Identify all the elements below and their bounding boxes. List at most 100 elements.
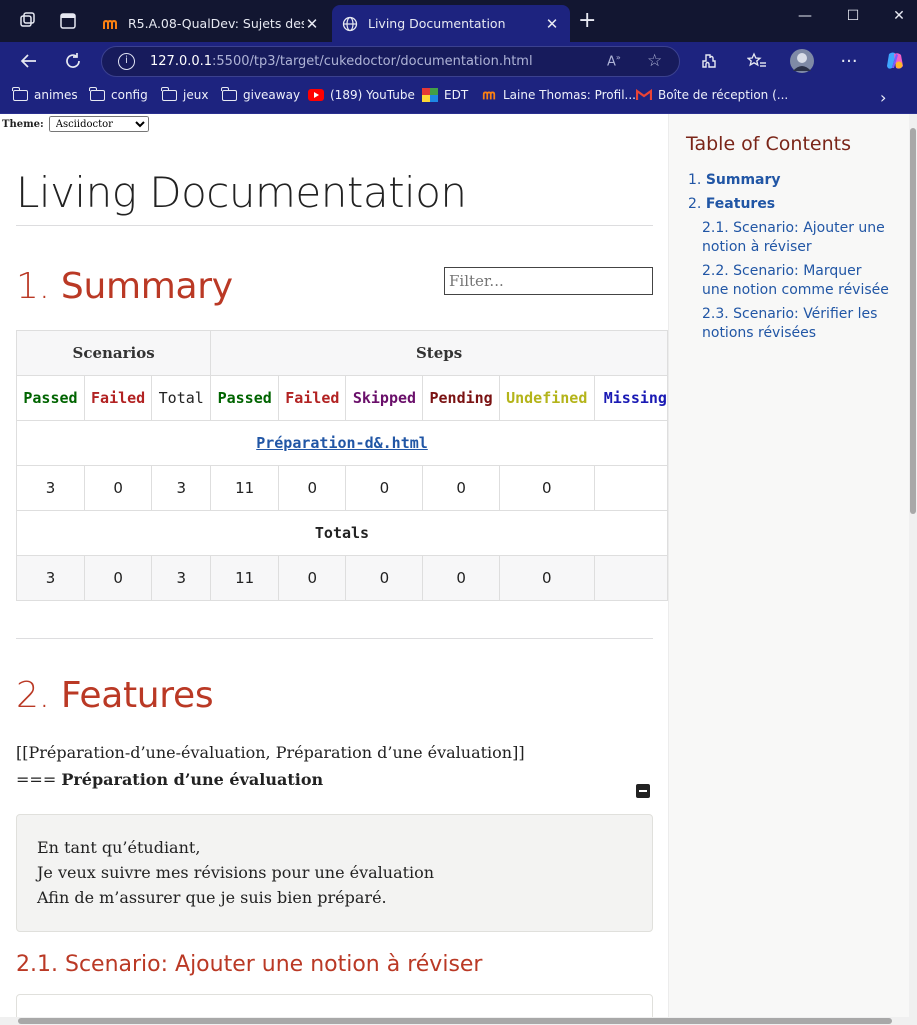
globe-icon <box>342 16 358 32</box>
col-scenarios-total: Total <box>151 375 212 421</box>
col-steps-skipped: Skipped <box>345 375 424 421</box>
steps-group-header: Steps <box>210 330 668 376</box>
theme-select[interactable]: Asciidoctor <box>48 116 149 132</box>
bookmark-gmail[interactable]: Boîte de réception (... <box>636 88 788 102</box>
favorites-icon[interactable] <box>746 50 768 72</box>
bookmark-label: jeux <box>183 88 209 102</box>
new-tab-icon[interactable]: + <box>578 10 596 32</box>
vertical-scrollbar[interactable] <box>909 114 917 1025</box>
toc-item-scenario-1[interactable]: 2.1. Scenario: Ajouter une notion à révi… <box>702 219 892 257</box>
bookmark-label: EDT <box>444 88 469 102</box>
feature-heading: === Préparation d’une évaluation <box>16 770 324 789</box>
bookmark-label: giveaway <box>243 88 301 102</box>
theme-selector-row: Theme: Asciidoctor <box>2 116 149 132</box>
table-cell: 0 <box>278 465 347 511</box>
bookmark-label: Boîte de réception (... <box>658 88 789 102</box>
folder-icon <box>12 86 28 102</box>
filter-input[interactable] <box>444 267 653 295</box>
browser-nav-bar: i 127.0.0.1:5500/tp3/target/cukedoctor/d… <box>0 42 917 80</box>
favorite-star-icon[interactable]: ☆ <box>647 51 662 71</box>
browser-tab-bar: R5.A.08-QualDev: Sujets des TPs ✕ Living… <box>0 0 917 42</box>
collapse-toggle-icon[interactable] <box>636 784 650 798</box>
scrollbar-thumb[interactable] <box>18 1018 892 1024</box>
close-icon[interactable]: ✕ <box>304 15 320 33</box>
table-cell: 0 <box>83 465 153 511</box>
moodle-icon <box>481 88 497 102</box>
bookmark-edt[interactable]: EDT <box>422 88 468 102</box>
copilot-icon[interactable] <box>884 50 906 72</box>
table-cell: 3 <box>151 555 212 601</box>
url-text: 127.0.0.1:5500/tp3/target/cukedoctor/doc… <box>150 54 533 69</box>
extensions-icon[interactable] <box>698 50 720 72</box>
site-info-icon[interactable]: i <box>118 53 135 70</box>
summary-heading: 1. Summary <box>16 266 233 307</box>
table-row: Totals <box>16 510 668 556</box>
table-cell <box>593 465 669 511</box>
tab-title: Living Documentation <box>368 16 506 31</box>
read-aloud-icon[interactable]: A» <box>607 53 621 69</box>
tab-title: R5.A.08-QualDev: Sujets des TPs <box>128 16 304 31</box>
totals-label: Totals <box>16 510 668 556</box>
feature-anchor-text: [[Préparation-d’une-évaluation, Préparat… <box>16 743 525 762</box>
minimize-icon[interactable]: — <box>782 8 828 24</box>
youtube-icon <box>308 88 324 102</box>
toc-item-features[interactable]: 2. Features <box>688 195 775 214</box>
table-cell: 11 <box>210 465 280 511</box>
table-row: 3 0 3 11 0 0 0 0 <box>16 465 669 511</box>
feature-description-block: En tant qu’étudiant, Je veux suivre mes … <box>16 814 653 932</box>
back-icon[interactable] <box>18 50 40 72</box>
horizontal-scrollbar[interactable] <box>0 1017 909 1025</box>
scrollbar-thumb[interactable] <box>910 128 916 514</box>
close-window-icon[interactable]: ✕ <box>876 8 917 24</box>
col-steps-pending: Pending <box>422 375 500 421</box>
more-menu-icon[interactable]: ··· <box>838 50 860 72</box>
address-bar[interactable]: i 127.0.0.1:5500/tp3/target/cukedoctor/d… <box>101 46 680 77</box>
table-row: Préparation-d&.html <box>16 420 668 466</box>
table-cell: 0 <box>83 555 153 601</box>
folder-icon <box>89 86 105 102</box>
col-steps-missing: Missing <box>593 375 669 421</box>
bookmark-giveaway[interactable]: giveaway <box>221 86 301 102</box>
table-of-contents: Table of Contents 1. Summary 2. Features… <box>668 114 910 1025</box>
col-steps-undefined: Undefined <box>498 375 595 421</box>
workspaces-icon[interactable] <box>18 11 38 31</box>
theme-label: Theme: <box>2 118 44 130</box>
page-content: Theme: Asciidoctor Living Documentation … <box>0 114 917 1025</box>
table-row: 3 0 3 11 0 0 0 0 <box>16 555 669 601</box>
toc-item-summary[interactable]: 1. Summary <box>688 171 781 190</box>
table-cell <box>593 555 669 601</box>
bookmark-label: animes <box>34 88 78 102</box>
toc-item-scenario-2[interactable]: 2.2. Scenario: Marquer une notion comme … <box>702 262 892 300</box>
toc-item-scenario-3[interactable]: 2.3. Scenario: Vérifier les notions révi… <box>702 305 892 343</box>
bookmark-laine-thomas[interactable]: Laine Thomas: Profil... <box>481 88 636 102</box>
bookmark-animes[interactable]: animes <box>12 86 78 102</box>
col-scenarios-passed: Passed <box>16 375 85 421</box>
tab-actions-icon[interactable] <box>58 11 78 31</box>
tab-qualdev[interactable]: R5.A.08-QualDev: Sujets des TPs ✕ <box>92 5 330 42</box>
bookmarks-overflow-icon[interactable]: › <box>880 88 886 107</box>
close-icon[interactable]: ✕ <box>544 15 560 33</box>
edt-icon <box>422 88 438 102</box>
section-divider <box>16 638 653 639</box>
table-cell: 0 <box>422 555 500 601</box>
feature-link[interactable]: Préparation-d&.html <box>256 434 428 452</box>
features-heading: 2. Features <box>16 675 214 716</box>
bookmark-label: config <box>111 88 148 102</box>
toc-title: Table of Contents <box>686 133 851 155</box>
feature-link-cell: Préparation-d&.html <box>16 420 668 466</box>
folder-icon <box>161 86 177 102</box>
profile-avatar[interactable] <box>790 49 814 73</box>
table-group-header-row: Scenarios Steps <box>15 330 668 376</box>
refresh-icon[interactable] <box>62 50 84 72</box>
col-steps-failed: Failed <box>278 375 347 421</box>
table-header-row: Passed Failed Total Passed Failed Skippe… <box>16 375 669 421</box>
maximize-icon[interactable]: ☐ <box>830 8 876 24</box>
bookmark-config[interactable]: config <box>89 86 148 102</box>
description-line: Je veux suivre mes révisions pour une év… <box>37 863 435 882</box>
bookmark-label: Laine Thomas: Profil... <box>503 88 636 102</box>
tab-living-documentation[interactable]: Living Documentation ✕ <box>332 5 570 42</box>
bookmark-youtube[interactable]: (189) YouTube <box>308 88 415 102</box>
table-cell: 11 <box>210 555 280 601</box>
description-line: En tant qu’étudiant, <box>37 838 201 857</box>
bookmark-jeux[interactable]: jeux <box>161 86 209 102</box>
